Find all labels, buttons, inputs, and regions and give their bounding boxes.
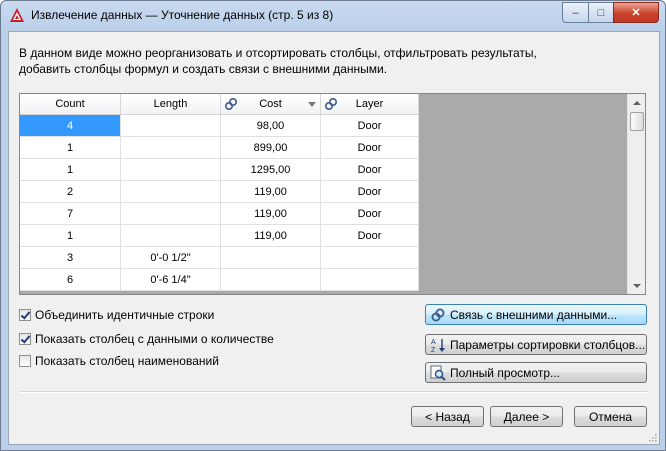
cell-layer[interactable]: Door (320, 114, 419, 137)
minimize-button[interactable]: – (562, 2, 588, 23)
title-bar[interactable]: Извлечение данных — Уточнение данных (ст… (1, 1, 665, 31)
cell-cost[interactable]: 119,00 (220, 224, 321, 247)
scroll-down-button[interactable] (628, 277, 645, 294)
cell-layer[interactable]: Door (320, 180, 419, 203)
column-header-layer-label: Layer (355, 98, 384, 110)
sort-descending-icon (308, 102, 316, 107)
scroll-up-button[interactable] (628, 94, 645, 111)
column-header-length-label: Length (153, 98, 188, 110)
description-line-1: В данном виде можно реорганизовать и отс… (19, 46, 537, 60)
chain-link-icon (431, 308, 445, 321)
column-header-cost[interactable]: Cost (220, 94, 321, 115)
cancel-button[interactable]: Отмена (574, 406, 647, 427)
arrow-down-icon (632, 283, 641, 288)
cell-cost[interactable]: 119,00 (220, 180, 321, 203)
table-row[interactable]: 1 899,00 Door (20, 136, 419, 159)
column-header-layer[interactable]: Layer (320, 94, 419, 115)
link-external-data-button[interactable]: Связь с внешними данными... (425, 304, 647, 325)
cell-length[interactable]: 0'-0 1/2" (120, 246, 221, 269)
cell-length[interactable] (120, 224, 221, 247)
show-count-checkbox[interactable] (19, 333, 31, 345)
full-preview-label: Полный просмотр... (450, 365, 561, 380)
column-header-count[interactable]: Count (20, 94, 121, 115)
sort-columns-label: Параметры сортировки столбцов... (450, 337, 646, 352)
cell-layer[interactable] (320, 268, 419, 291)
cell-length[interactable] (120, 158, 221, 181)
cell-count[interactable]: 1 (20, 136, 121, 159)
next-button[interactable]: Далее > (490, 406, 563, 427)
resize-grip-icon[interactable] (647, 432, 657, 442)
combine-rows-label: Объединить идентичные строки (35, 308, 215, 322)
button-divider (19, 391, 647, 393)
combine-rows-option[interactable]: Объединить идентичные строки (19, 308, 214, 322)
table-row[interactable]: 6 0'-6 1/4" (20, 268, 419, 291)
cell-cost[interactable]: 1295,00 (220, 158, 321, 181)
table-row[interactable]: 2 119,00 Door (20, 180, 419, 203)
table-header-row: Count Length Cost Layer (20, 94, 419, 115)
cell-count[interactable]: 6 (20, 268, 121, 291)
cell-layer[interactable]: Door (320, 224, 419, 247)
back-button[interactable]: < Назад (411, 406, 484, 427)
data-table: Count Length Cost Layer 4 98,00 Door 1 8… (20, 94, 419, 291)
sort-columns-button[interactable]: A Z Параметры сортировки столбцов... (425, 334, 647, 355)
cell-count[interactable]: 1 (20, 224, 121, 247)
chain-link-icon (224, 97, 238, 111)
cell-cost[interactable]: 98,00 (220, 114, 321, 137)
cell-layer[interactable] (320, 246, 419, 269)
table-row[interactable]: 1 119,00 Door (20, 224, 419, 247)
window-title: Извлечение данных — Уточнение данных (ст… (31, 8, 334, 22)
table-row[interactable]: 1 1295,00 Door (20, 158, 419, 181)
cell-cost[interactable]: 119,00 (220, 202, 321, 225)
window-controls: – □ ✕ (562, 2, 659, 23)
cell-count[interactable]: 4 (20, 114, 121, 137)
table-row[interactable]: 7 119,00 Door (20, 202, 419, 225)
autocad-logo-icon (10, 8, 24, 22)
svg-text:Z: Z (431, 347, 436, 353)
dialog-window: Извлечение данных — Уточнение данных (ст… (0, 0, 666, 451)
cell-layer[interactable]: Door (320, 158, 419, 181)
full-preview-button[interactable]: Полный просмотр... (425, 362, 647, 383)
link-external-data-label: Связь с внешними данными... (450, 307, 618, 322)
page-description: В данном виде можно реорганизовать и отс… (19, 45, 619, 77)
show-count-option[interactable]: Показать столбец с данными о количестве (19, 332, 274, 346)
show-name-checkbox[interactable] (19, 355, 31, 367)
table-row[interactable]: 4 98,00 Door (20, 114, 419, 137)
show-name-label: Показать столбец наименований (35, 354, 219, 368)
cell-cost[interactable]: 899,00 (220, 136, 321, 159)
cell-length[interactable] (120, 180, 221, 203)
cell-length[interactable]: 0'-6 1/4" (120, 268, 221, 291)
cell-layer[interactable]: Door (320, 136, 419, 159)
cell-length[interactable] (120, 136, 221, 159)
chain-link-icon (324, 97, 338, 111)
magnifier-preview-icon (430, 365, 446, 381)
cell-count[interactable]: 7 (20, 202, 121, 225)
column-header-length[interactable]: Length (120, 94, 221, 115)
cell-count[interactable]: 2 (20, 180, 121, 203)
data-grid[interactable]: Count Length Cost Layer 4 98,00 Door 1 8… (19, 93, 646, 295)
cell-length[interactable] (120, 202, 221, 225)
vertical-scrollbar[interactable] (627, 94, 645, 294)
sort-az-icon: A Z (431, 338, 445, 353)
show-count-label: Показать столбец с данными о количестве (35, 332, 274, 346)
cell-count[interactable]: 3 (20, 246, 121, 269)
arrow-up-icon (632, 100, 641, 105)
close-button[interactable]: ✕ (613, 2, 659, 23)
show-name-option[interactable]: Показать столбец наименований (19, 354, 219, 368)
column-header-cost-label: Cost (259, 98, 282, 110)
dialog-body: В данном виде можно реорганизовать и отс… (8, 31, 660, 445)
table-row[interactable]: 3 0'-0 1/2" (20, 246, 419, 269)
combine-rows-checkbox[interactable] (19, 309, 31, 321)
cell-length[interactable] (120, 114, 221, 137)
cell-count[interactable]: 1 (20, 158, 121, 181)
cell-cost[interactable] (220, 268, 321, 291)
scroll-thumb[interactable] (630, 112, 644, 131)
description-line-2: добавить столбцы формул и создать связи … (19, 62, 388, 76)
svg-text:A: A (431, 339, 436, 346)
maximize-button[interactable]: □ (588, 2, 613, 23)
cell-cost[interactable] (220, 246, 321, 269)
cell-layer[interactable]: Door (320, 202, 419, 225)
